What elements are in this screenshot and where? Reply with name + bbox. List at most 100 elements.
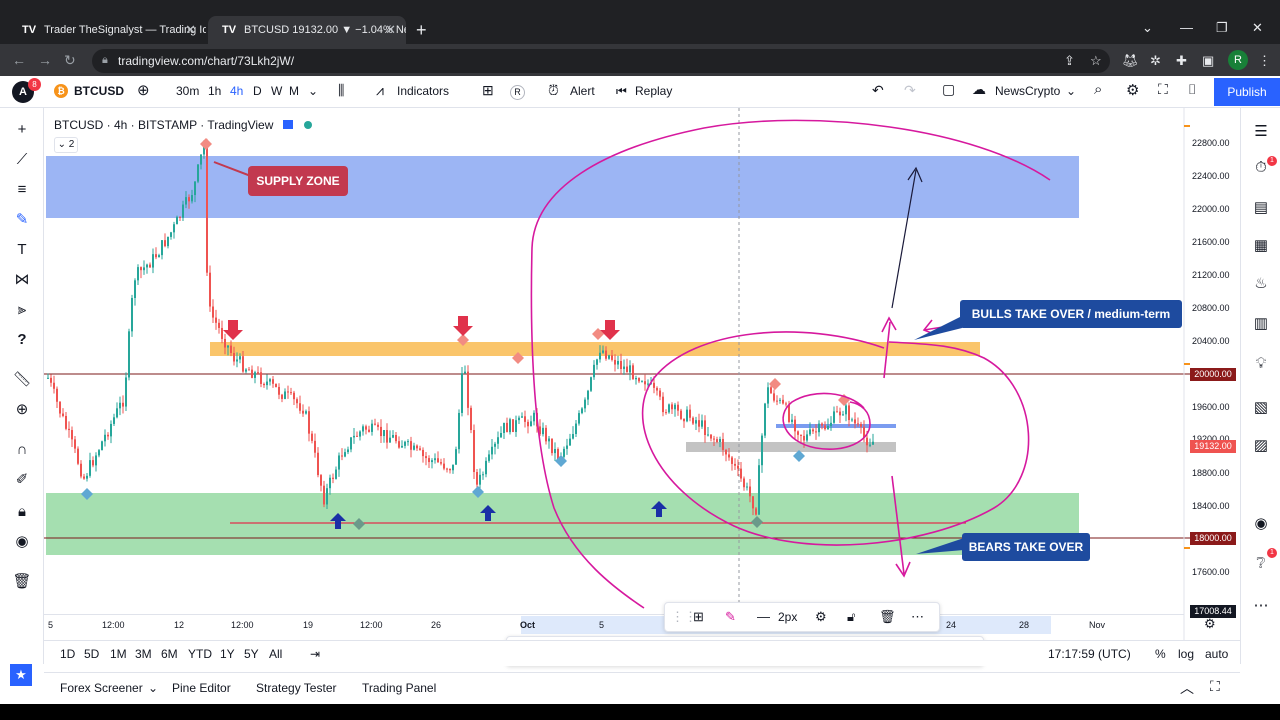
sidepanel-icon[interactable]: ▣ [1202, 53, 1214, 69]
browser-menu-icon[interactable]: ⋮ [1258, 53, 1271, 69]
legend-collapse-button[interactable]: ⌄ 2 [54, 137, 78, 153]
search-icon[interactable]: ⌕ [1094, 81, 1102, 98]
lock-drawings-icon[interactable]: 🔒︎ [12, 502, 32, 522]
stay-in-drawing-icon[interactable]: ✐ [12, 470, 32, 490]
range-1y[interactable]: 1Y [220, 647, 235, 661]
consolidation-rect[interactable] [686, 442, 896, 452]
snapshot-camera-icon[interactable]: ⌷ [1188, 81, 1196, 98]
demand-zone-rect[interactable] [46, 493, 1079, 555]
calendar-icon[interactable]: ▥ [1251, 314, 1271, 334]
axis-settings-gear-icon[interactable]: ⚙︎ [1204, 616, 1216, 632]
delete-trash-icon[interactable]: 🗑︎ [12, 572, 32, 592]
clock-readout[interactable]: 17:17:59 (UTC) [1048, 647, 1131, 661]
pattern-tool-icon[interactable]: ⋈ [12, 270, 32, 290]
timeframe-4h[interactable]: 4h [230, 84, 243, 98]
browser-tab-1[interactable]: TV Trader TheSignalyst — Trading Id ✕ [8, 16, 206, 44]
bulls-callout-label[interactable]: BULLS TAKE OVER / medium-term [960, 300, 1182, 328]
maximize-icon[interactable]: ❐ [1216, 20, 1228, 36]
tab-pine-editor[interactable]: Pine Editor [172, 681, 231, 695]
url-field[interactable]: 🔒︎ tradingview.com/chart/73Lkh2jW/ [92, 49, 1110, 73]
data-window-icon[interactable]: ▤ [1251, 198, 1271, 218]
log-scale-toggle[interactable]: log [1178, 647, 1194, 661]
undo-icon[interactable]: ↶ [872, 82, 884, 99]
line-width-value[interactable]: 2px [778, 610, 797, 624]
range-ytd[interactable]: YTD [188, 647, 212, 661]
timeframe-dropdown-icon[interactable]: ⌄ [308, 84, 318, 98]
ruler-icon[interactable]: 📏︎ [12, 370, 32, 390]
bookmark-star-icon[interactable]: ☆ [1090, 53, 1102, 69]
chart-pane[interactable]: BTCUSD · 4h · BITSTAMP · TradingView ⌄ 2… [44, 108, 1240, 640]
extensions-puzzle-icon[interactable]: ✚ [1176, 53, 1187, 69]
podcast-icon[interactable]: ◉ [1251, 514, 1271, 534]
news-icon[interactable]: ▦ [1251, 236, 1271, 256]
tab-trading-panel[interactable]: Trading Panel [362, 681, 436, 695]
streams-icon[interactable]: ▧ [1251, 398, 1271, 418]
minimize-icon[interactable]: — [1180, 20, 1193, 35]
chats-icon[interactable]: ▨ [1251, 436, 1271, 456]
supply-zone-label[interactable]: SUPPLY ZONE [248, 166, 348, 196]
candle-style-icon[interactable]: ⫼ [338, 82, 344, 99]
timeframe-1h[interactable]: 1h [208, 84, 221, 98]
reload-icon[interactable]: ↻ [64, 52, 76, 69]
go-to-date-icon[interactable]: ⇥ [310, 647, 320, 661]
back-icon[interactable]: ← [12, 52, 26, 68]
metamask-extension-icon[interactable]: 🦊︎ [1122, 53, 1139, 69]
more-options-icon[interactable]: ⋯ [911, 609, 924, 625]
prediction-tool-icon[interactable]: ⫸ [12, 300, 32, 320]
close-tab-icon[interactable]: ✕ [185, 22, 196, 38]
layout-dropdown-icon[interactable]: ⌄ [1066, 84, 1076, 98]
layout-select-icon[interactable]: ▢ [942, 81, 955, 98]
more-icon[interactable]: ⋯ [1251, 596, 1271, 616]
zoom-in-icon[interactable]: ⊕ [12, 400, 32, 420]
delete-trash-icon[interactable]: 🗑︎ [879, 609, 896, 625]
range-3m[interactable]: 3M [135, 647, 152, 661]
publish-button[interactable]: Publish [1214, 78, 1280, 106]
flag-icon[interactable] [282, 120, 293, 129]
tab-search-icon[interactable]: ⌄ [1142, 20, 1153, 36]
maximize-panel-icon[interactable]: ⛶ [1210, 678, 1220, 695]
close-window-icon[interactable]: ✕ [1252, 20, 1263, 36]
fullscreen-icon[interactable]: ⛶ [1158, 81, 1168, 98]
range-all[interactable]: All [269, 647, 282, 661]
timeframe-d[interactable]: D [253, 84, 262, 98]
close-tab-icon[interactable]: ✕ [385, 22, 396, 38]
collapse-panel-icon[interactable]: ︿ [1180, 678, 1194, 698]
tab-strategy-tester[interactable]: Strategy Tester [256, 681, 336, 695]
range-6m[interactable]: 6M [161, 647, 178, 661]
favorites-star-icon[interactable]: ★ [10, 664, 32, 686]
brush-color-icon[interactable]: ✎ [725, 609, 736, 625]
text-tool-icon[interactable]: T [12, 240, 32, 260]
layout-name[interactable]: NewsCrypto [995, 84, 1060, 98]
time-axis[interactable] [44, 614, 1184, 634]
line-style-icon[interactable]: — [757, 609, 770, 624]
range-1m[interactable]: 1M [110, 647, 127, 661]
templates-grid-icon[interactable]: ⊞ [482, 82, 494, 99]
range-5d[interactable]: 5D [84, 647, 99, 661]
alert-button[interactable]: Alert [570, 84, 595, 98]
percent-scale-toggle[interactable]: % [1155, 647, 1166, 661]
symbol-search[interactable]: BTCUSD [74, 84, 124, 98]
timeframe-30m[interactable]: 30m [176, 84, 199, 98]
resistance-zone-rect[interactable] [210, 342, 980, 356]
alert-clock-icon[interactable]: ⏰︎ [548, 82, 559, 99]
forward-icon[interactable]: → [38, 52, 52, 68]
fib-tool-icon[interactable]: ≡ [12, 180, 32, 200]
auto-scale-toggle[interactable]: auto [1205, 647, 1228, 661]
indicators-button[interactable]: Indicators [397, 84, 449, 98]
extension-icon[interactable]: ✲ [1150, 53, 1161, 69]
timeframe-m[interactable]: M [289, 84, 299, 98]
timeframe-w[interactable]: W [271, 84, 282, 98]
chart-legend[interactable]: BTCUSD · 4h · BITSTAMP · TradingView [54, 118, 313, 132]
hotlists-flame-icon[interactable]: ♨ [1251, 274, 1271, 294]
redo-icon[interactable]: ↷ [904, 82, 916, 99]
lock-icon[interactable]: 🔓︎ [847, 609, 855, 625]
forex-screener-dropdown-icon[interactable]: ⌄ [148, 681, 158, 695]
watchlist-icon[interactable]: ☰ [1251, 122, 1271, 142]
magnet-icon[interactable]: ∩ [12, 440, 32, 460]
help-icon[interactable]: ? [12, 330, 32, 350]
trendline-tool-icon[interactable]: ⟋ [12, 150, 32, 170]
profile-avatar[interactable]: R [1228, 50, 1248, 70]
r-badge[interactable]: R [510, 85, 525, 100]
settings-gear-icon[interactable]: ⚙︎ [815, 609, 827, 625]
compare-add-symbol-icon[interactable]: ⊕ [137, 81, 150, 99]
